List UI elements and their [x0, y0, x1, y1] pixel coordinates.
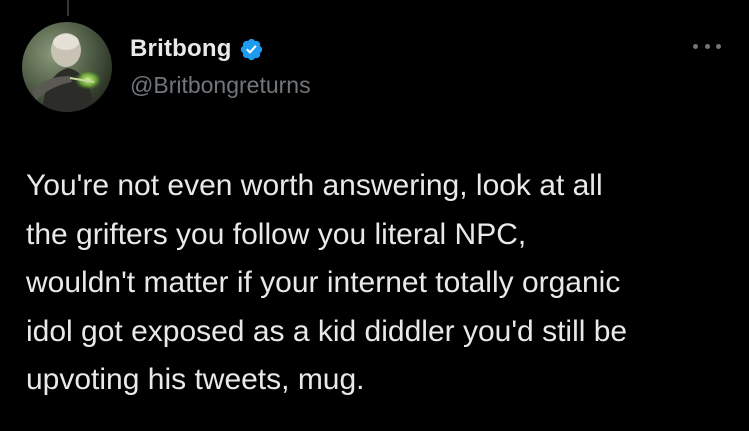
tweet-text-line: wouldn't matter if your internet totally…	[26, 266, 621, 299]
dot	[693, 43, 698, 49]
tweet-text-line: You're not even worth answering, look at…	[26, 169, 603, 202]
tweet-text-line: idol got exposed as a kid diddler you'd …	[26, 314, 628, 348]
tweet-text-line: upvoting his tweets, mug.	[26, 363, 365, 396]
tweet-header: Britbong @Britbongreturns	[130, 34, 311, 99]
author-name-row: Britbong	[130, 34, 311, 64]
verified-badge-icon[interactable]	[239, 37, 264, 62]
dot	[716, 43, 721, 49]
tweet-text-line: the grifters you follow you literal NPC,	[26, 217, 527, 251]
avatar[interactable]	[22, 22, 112, 112]
ellipsis-icon[interactable]	[693, 38, 721, 54]
tweet-text: You're not even worth answering, look at…	[26, 162, 736, 405]
author-handle[interactable]: @Britbongreturns	[130, 72, 311, 99]
author-display-name[interactable]: Britbong	[130, 35, 232, 63]
dot	[704, 43, 710, 49]
thread-connector-line	[67, 0, 69, 16]
profile-photo	[22, 22, 112, 112]
